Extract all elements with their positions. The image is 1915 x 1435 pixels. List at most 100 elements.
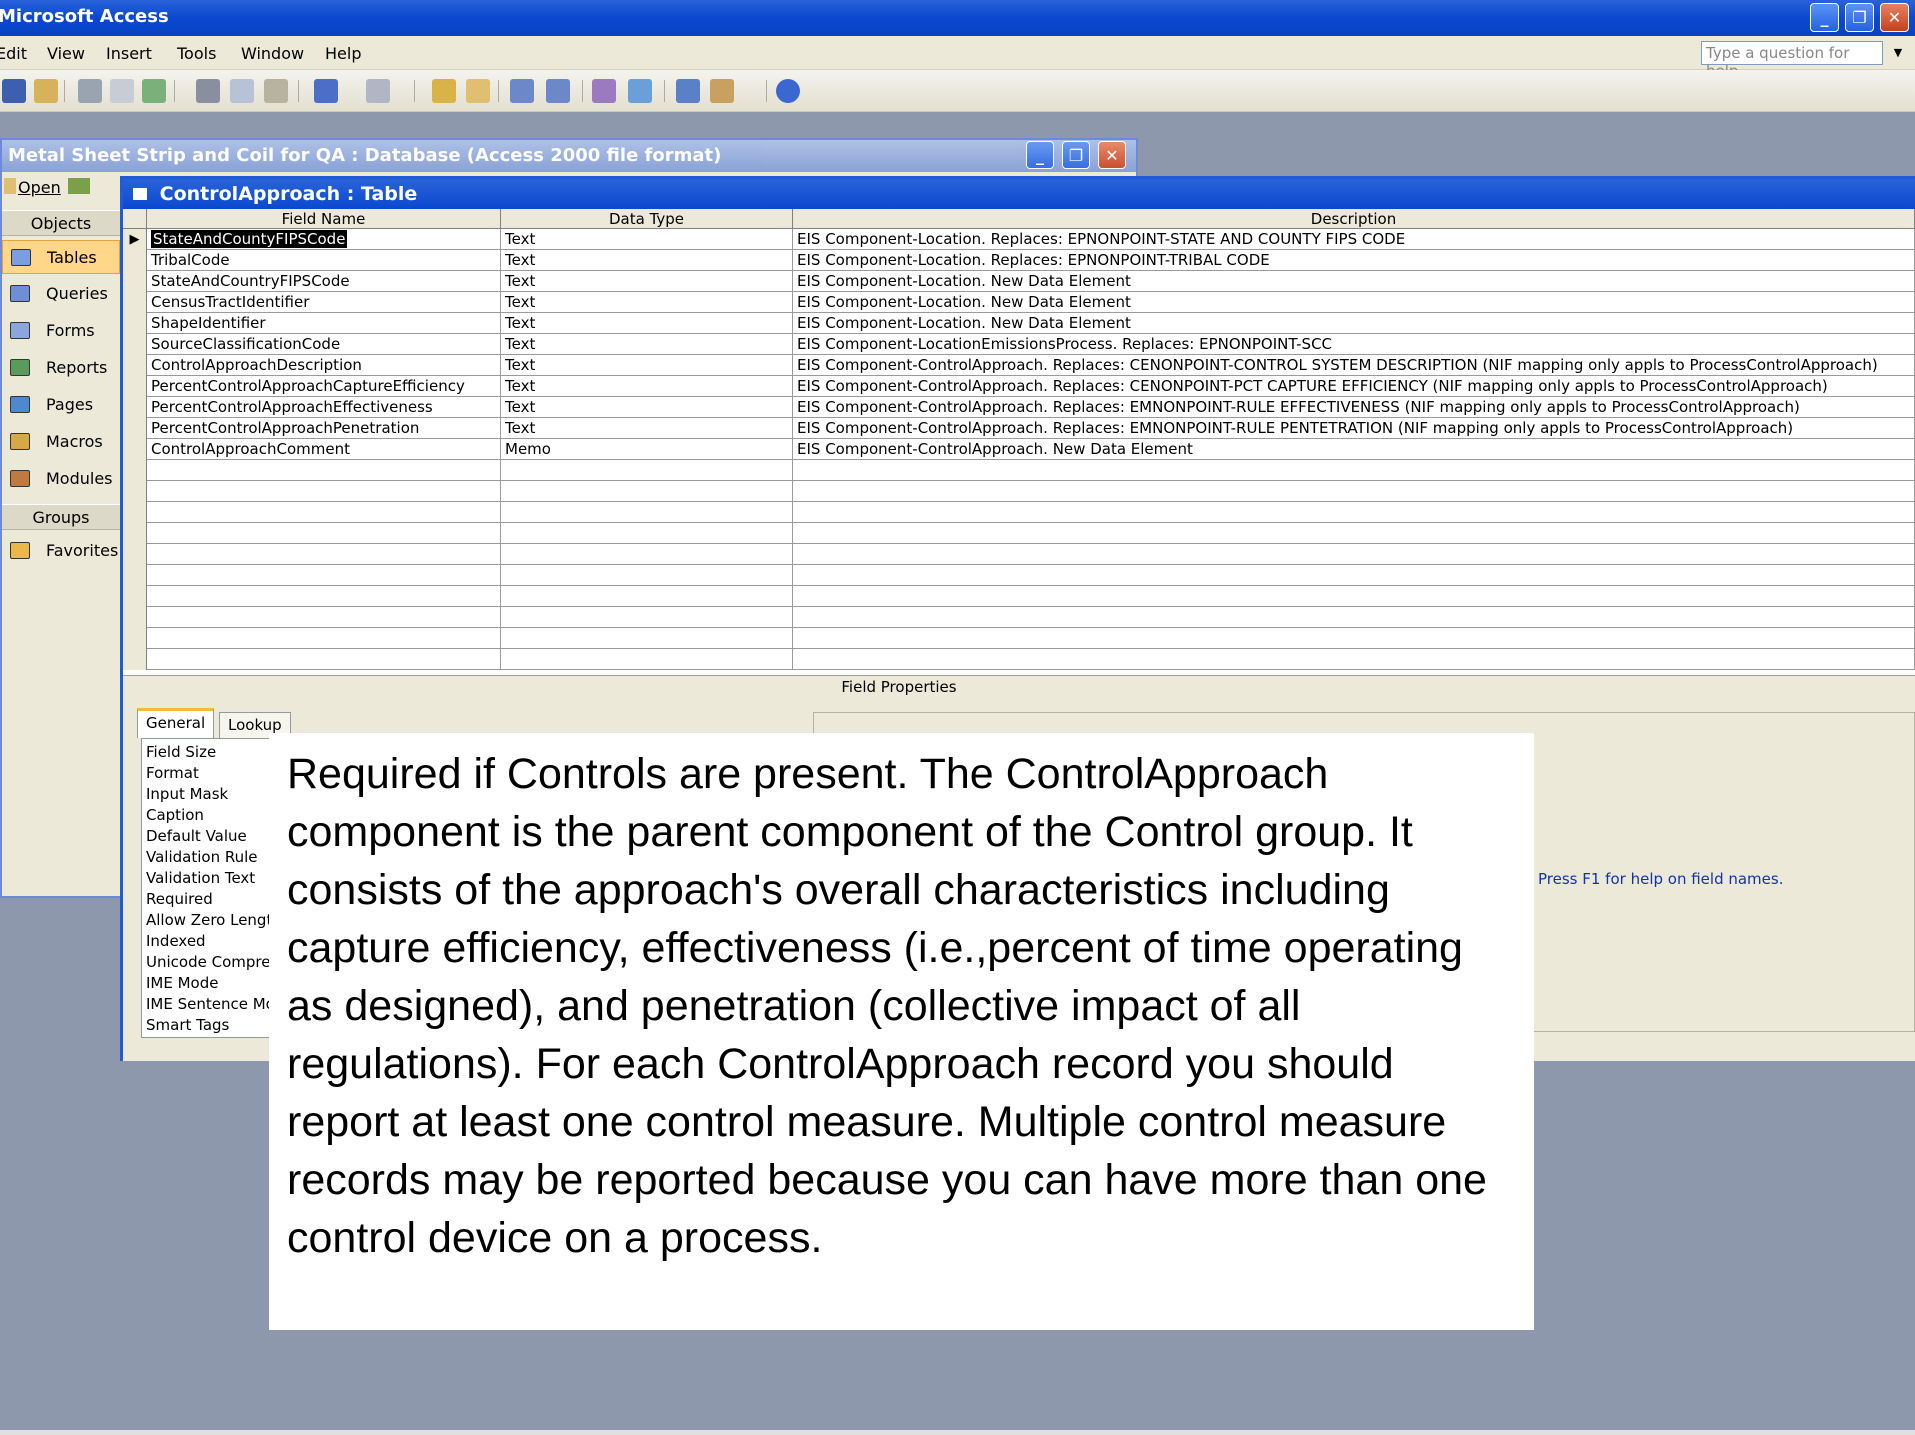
- row-selector[interactable]: [123, 481, 147, 502]
- description-cell[interactable]: EIS Component-ControlApproach. Replaces:…: [793, 376, 1915, 397]
- field-name-cell[interactable]: [147, 565, 501, 586]
- field-name-cell[interactable]: PercentControlApproachEffectiveness: [147, 397, 501, 418]
- open-button[interactable]: Open: [18, 178, 61, 197]
- menu-edit[interactable]: Edit: [0, 44, 27, 63]
- row-selector[interactable]: [123, 607, 147, 628]
- description-cell[interactable]: EIS Component-Location. New Data Element: [793, 313, 1915, 334]
- close-icon[interactable]: ✕: [1880, 3, 1909, 32]
- insert-rows-icon[interactable]: [510, 79, 534, 103]
- description-cell[interactable]: EIS Component-Location. New Data Element: [793, 292, 1915, 313]
- field-name-cell[interactable]: StateAndCountyFIPSCode: [147, 229, 501, 250]
- data-type-cell[interactable]: [501, 628, 793, 649]
- field-name-cell[interactable]: [147, 586, 501, 607]
- description-cell[interactable]: [793, 481, 1915, 502]
- data-type-cell[interactable]: [501, 586, 793, 607]
- row-selector[interactable]: [123, 250, 147, 271]
- description-cell[interactable]: EIS Component-Location. Replaces: EPNONP…: [793, 250, 1915, 271]
- property-label[interactable]: Caption: [146, 806, 204, 824]
- table-row[interactable]: ControlApproachComment Memo EIS Component-…: [123, 439, 1915, 460]
- field-name-cell[interactable]: ShapeIdentifier: [147, 313, 501, 334]
- row-selector[interactable]: [123, 523, 147, 544]
- table-row[interactable]: [123, 586, 1915, 607]
- data-type-cell[interactable]: Text: [501, 292, 793, 313]
- field-name-cell[interactable]: [147, 544, 501, 565]
- field-name-cell[interactable]: PercentControlApproachPenetration: [147, 418, 501, 439]
- property-label[interactable]: Default Value: [146, 827, 247, 845]
- table-row[interactable]: PercentControlApproachCaptureEfficiency T…: [123, 376, 1915, 397]
- tab-general[interactable]: General: [137, 708, 215, 738]
- column-header-description[interactable]: Description: [793, 209, 1915, 229]
- table-row[interactable]: StateAndCountryFIPSCode Text EIS Component…: [123, 271, 1915, 292]
- row-selector[interactable]: [123, 628, 147, 649]
- table-row[interactable]: [123, 523, 1915, 544]
- group-favorites[interactable]: Favorites: [2, 534, 120, 568]
- field-name-cell[interactable]: StateAndCountryFIPSCode: [147, 271, 501, 292]
- field-name-cell[interactable]: [147, 460, 501, 481]
- database-window-icon[interactable]: [676, 79, 700, 103]
- table-row[interactable]: [123, 481, 1915, 502]
- data-type-cell[interactable]: Text: [501, 397, 793, 418]
- field-name-cell[interactable]: ControlApproachComment: [147, 439, 501, 460]
- description-cell[interactable]: [793, 565, 1915, 586]
- table-row[interactable]: TribalCode Text EIS Component-Location. Re…: [123, 250, 1915, 271]
- data-type-cell[interactable]: [501, 649, 793, 670]
- object-forms[interactable]: Forms: [2, 314, 120, 348]
- data-type-cell[interactable]: Text: [501, 418, 793, 439]
- objects-header[interactable]: Objects: [2, 210, 120, 236]
- description-cell[interactable]: EIS Component-ControlApproach. Replaces:…: [793, 418, 1915, 439]
- row-selector[interactable]: [123, 460, 147, 481]
- object-pages[interactable]: Pages: [2, 388, 120, 422]
- row-selector[interactable]: [123, 565, 147, 586]
- build-icon[interactable]: [628, 79, 652, 103]
- description-cell[interactable]: [793, 523, 1915, 544]
- table-row[interactable]: [123, 628, 1915, 649]
- property-label[interactable]: IME Mode: [146, 974, 218, 992]
- menu-tools[interactable]: Tools: [177, 44, 216, 63]
- row-selector[interactable]: [123, 649, 147, 670]
- description-cell[interactable]: [793, 586, 1915, 607]
- description-cell[interactable]: EIS Component-ControlApproach. Replaces:…: [793, 397, 1915, 418]
- primary-key-icon[interactable]: [432, 79, 456, 103]
- search-db-icon[interactable]: [34, 79, 58, 103]
- description-cell[interactable]: [793, 460, 1915, 481]
- table-row[interactable]: [123, 502, 1915, 523]
- print-preview-icon[interactable]: [110, 79, 134, 103]
- property-label[interactable]: Validation Rule: [146, 848, 258, 866]
- data-type-cell[interactable]: [501, 607, 793, 628]
- column-header-data-type[interactable]: Data Type: [501, 209, 793, 229]
- restore-icon[interactable]: ❐: [1845, 3, 1874, 32]
- description-cell[interactable]: EIS Component-Location. New Data Element: [793, 271, 1915, 292]
- row-selector[interactable]: [123, 586, 147, 607]
- data-type-cell[interactable]: Memo: [501, 439, 793, 460]
- properties-icon[interactable]: [592, 79, 616, 103]
- property-label[interactable]: Smart Tags: [146, 1016, 229, 1034]
- table-row[interactable]: [123, 607, 1915, 628]
- chevron-down-icon[interactable]: ▼: [1887, 41, 1909, 65]
- groups-header[interactable]: Groups: [2, 504, 120, 530]
- description-cell[interactable]: [793, 628, 1915, 649]
- object-macros[interactable]: Macros: [2, 425, 120, 459]
- property-label[interactable]: Indexed: [146, 932, 206, 950]
- print-icon[interactable]: [78, 79, 102, 103]
- property-label[interactable]: Input Mask: [146, 785, 228, 803]
- description-cell[interactable]: EIS Component-ControlApproach. New Data …: [793, 439, 1915, 460]
- object-queries[interactable]: Queries: [2, 277, 120, 311]
- delete-rows-icon[interactable]: [546, 79, 570, 103]
- row-selector[interactable]: [123, 376, 147, 397]
- indexes-icon[interactable]: [466, 79, 490, 103]
- redo-icon[interactable]: [366, 79, 390, 103]
- data-type-cell[interactable]: [501, 523, 793, 544]
- data-type-cell[interactable]: Text: [501, 313, 793, 334]
- data-type-cell[interactable]: Text: [501, 250, 793, 271]
- cut-icon[interactable]: [196, 79, 220, 103]
- row-selector[interactable]: [123, 418, 147, 439]
- field-name-cell[interactable]: [147, 523, 501, 544]
- row-selector[interactable]: [123, 502, 147, 523]
- menu-insert[interactable]: Insert: [106, 44, 152, 63]
- property-label[interactable]: Validation Text: [146, 869, 255, 887]
- table-row[interactable]: ShapeIdentifier Text EIS Component-Locatio…: [123, 313, 1915, 334]
- db-close-icon[interactable]: ✕: [1098, 141, 1126, 169]
- db-restore-icon[interactable]: ❐: [1062, 141, 1090, 169]
- row-selector[interactable]: [123, 544, 147, 565]
- table-row[interactable]: [123, 544, 1915, 565]
